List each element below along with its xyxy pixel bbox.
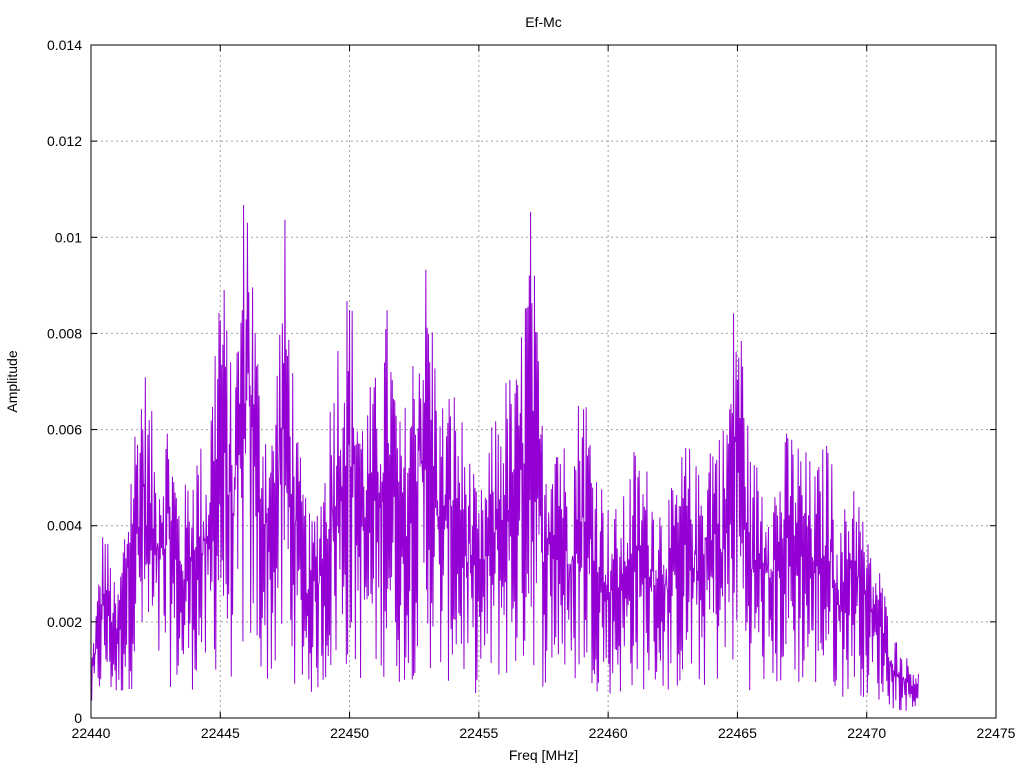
x-tick-label: 22455: [459, 725, 498, 741]
y-tick-label: 0.004: [47, 518, 82, 534]
y-tick-label: 0.008: [47, 325, 82, 341]
x-tick-label: 22475: [977, 725, 1016, 741]
x-tick-label: 22465: [718, 725, 757, 741]
y-tick-label: 0.002: [47, 614, 82, 630]
chart-background: [0, 0, 1024, 768]
y-tick-label: 0: [74, 710, 82, 726]
x-tick-label: 22445: [201, 725, 240, 741]
y-tick-label: 0.012: [47, 133, 82, 149]
y-tick-label: 0.01: [55, 229, 82, 245]
x-tick-label: 22470: [847, 725, 886, 741]
x-tick-label: 22450: [330, 725, 369, 741]
y-tick-label: 0.014: [47, 37, 82, 53]
x-tick-label: 22460: [589, 725, 628, 741]
y-axis-label: Amplitude: [4, 350, 20, 412]
chart: 22440 22445 22450 22455 22460 22465 22470 22475…: [0, 0, 1024, 768]
chart-title: Ef-Mc: [525, 14, 562, 30]
x-axis-label: Freq [MHz]: [509, 747, 578, 763]
y-tick-label: 0.006: [47, 422, 82, 438]
x-tick-label: 22440: [72, 725, 111, 741]
